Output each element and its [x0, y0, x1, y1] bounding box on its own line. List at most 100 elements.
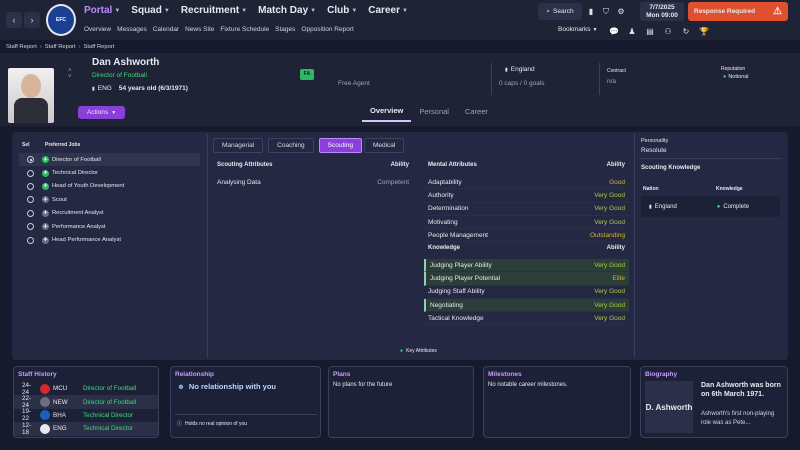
radio-button[interactable]: [27, 236, 34, 244]
radio-button[interactable]: [27, 169, 34, 177]
radio-button[interactable]: [27, 209, 34, 217]
breadcrumb-item[interactable]: Staff Report: [45, 44, 76, 50]
subnav-opposition-report[interactable]: Opposition Report: [301, 26, 353, 33]
staff-icon[interactable]: ♟: [625, 24, 639, 38]
chevron-down-icon: ▼: [114, 7, 121, 14]
chat-icon[interactable]: 💬: [607, 24, 621, 38]
radio-button[interactable]: [27, 156, 34, 164]
staff-history-row[interactable]: 19-22 BHA Technical Director: [14, 408, 158, 422]
staff-history-row[interactable]: 12-18 ENG Technical Director: [14, 421, 158, 436]
radio-button[interactable]: [27, 182, 34, 190]
chevron-down-icon: ▼: [111, 109, 117, 116]
role-icon: ✚: [42, 196, 49, 204]
tab-overview[interactable]: Overview: [362, 104, 412, 122]
nation-info: ▮ England: [505, 66, 535, 73]
trophy-icon[interactable]: 🏆: [697, 24, 711, 38]
history-club: MCU: [53, 385, 68, 393]
warning-icon: ⚠: [773, 6, 782, 17]
biography-headline: Dan Ashworth was born on 6th March 1971.: [701, 382, 781, 398]
relationship-header[interactable]: Relationship: [171, 367, 320, 382]
back-button[interactable]: ‹: [6, 12, 22, 28]
menu-club[interactable]: Club ▼: [327, 5, 357, 16]
breadcrumb-item[interactable]: Staff Report: [6, 44, 37, 50]
menu-portal[interactable]: Portal ▼: [84, 5, 120, 16]
subnav-messages[interactable]: Messages: [117, 26, 147, 33]
subnav-news-site[interactable]: News Site: [185, 26, 214, 33]
chevron-down-icon[interactable]: ˅: [68, 74, 72, 80]
preferred-job-row[interactable]: ✚ Scout: [19, 193, 200, 206]
radio-button[interactable]: [27, 196, 34, 204]
shield-icon[interactable]: ⛉: [599, 5, 613, 19]
attribute-row[interactable]: Judging Staff Ability Very Good: [424, 286, 629, 299]
preferred-job-row[interactable]: ✚ Director of Football: [19, 153, 200, 166]
preferred-job-row[interactable]: ✚ Performance Analyst: [19, 220, 200, 233]
biography-header[interactable]: Biography: [641, 367, 787, 382]
bookmarks-dropdown[interactable]: Bookmarks ▼: [558, 26, 597, 33]
knowledge-attributes-list: Judging Player Ability Very Good Judging …: [424, 259, 629, 326]
divider: [491, 63, 492, 95]
milestones-header[interactable]: Milestones: [484, 367, 630, 382]
attribute-row[interactable]: Judging Player Potential Elite: [424, 272, 629, 286]
response-required-button[interactable]: Response Required ⚠: [688, 2, 788, 21]
subnav-calendar[interactable]: Calendar: [153, 26, 179, 33]
attribute-row[interactable]: People Management Outstanding: [424, 229, 629, 243]
attribute-row[interactable]: Negotiating Very Good: [424, 298, 629, 313]
menu-recruitment[interactable]: Recruitment ▼: [181, 5, 247, 16]
people-icon[interactable]: ⚇: [661, 24, 675, 38]
phone-icon[interactable]: ▮: [584, 5, 598, 19]
mental-attributes-header: Mental Attributes Ability: [428, 162, 625, 168]
preferred-job-row[interactable]: ✚ Technical Director: [19, 166, 200, 179]
attribute-row[interactable]: Tactical Knowledge Very Good: [424, 312, 629, 326]
subnav-fixture-schedule[interactable]: Fixture Schedule: [220, 26, 269, 33]
preferred-job-row[interactable]: ✚ Recruitment Analyst: [19, 207, 200, 220]
tab-scouting[interactable]: Scouting: [318, 138, 362, 153]
attribute-name: Judging Staff Ability: [428, 288, 485, 296]
staff-history-row[interactable]: 24-24 MCU Director of Football: [14, 382, 158, 396]
club-crest-logo[interactable]: EFC: [46, 4, 76, 36]
subnav-overview[interactable]: Overview: [84, 26, 111, 33]
contract-value: n/a: [607, 78, 617, 85]
attribute-row[interactable]: Judging Player Ability Very Good: [424, 259, 629, 273]
personality-label: Personality: [641, 138, 669, 144]
tab-managerial[interactable]: Managerial: [213, 138, 264, 153]
profile-scroll-arrows[interactable]: ˄ ˅: [68, 68, 72, 80]
staff-history-row[interactable]: 22-24 NEW Director of Football: [14, 395, 158, 409]
preferred-job-label: Recruitment Analyst: [52, 210, 104, 217]
attribute-name: Motivating: [428, 218, 458, 226]
tab-career[interactable]: Career: [457, 105, 496, 121]
attribute-row[interactable]: Motivating Very Good: [424, 216, 629, 230]
subnav-stages[interactable]: Stages: [275, 26, 295, 33]
attribute-tabs: Managerial Coaching Scouting Medical: [213, 138, 405, 153]
staff-history-header[interactable]: Staff History: [14, 367, 158, 382]
plans-header[interactable]: Plans: [329, 367, 473, 382]
menu-squad[interactable]: Squad ▼: [131, 5, 170, 16]
tab-coaching[interactable]: Coaching: [268, 138, 314, 153]
actions-button[interactable]: Actions ▼: [78, 106, 125, 119]
radio-button[interactable]: [27, 223, 34, 231]
staff-history-card: Staff History 24-24 MCU Director of Foot…: [13, 366, 159, 438]
menu-match-day[interactable]: Match Day ▼: [258, 5, 316, 16]
attribute-value: Very Good: [594, 288, 625, 296]
forward-button[interactable]: ›: [24, 12, 40, 28]
milestones-text: No notable career milestones.: [488, 382, 568, 388]
preferred-job-row[interactable]: ✚ Head Performance Analyst: [19, 233, 200, 246]
attribute-value: Very Good: [594, 314, 625, 322]
settings-icon[interactable]: ⚙: [614, 5, 628, 19]
notes-icon[interactable]: ▤: [643, 24, 657, 38]
attribute-name: Adaptability: [428, 178, 462, 186]
attribute-row[interactable]: Adaptability Good: [424, 176, 629, 190]
history-years: 12-18: [22, 421, 32, 436]
preferred-job-row[interactable]: ✚ Head of Youth Development: [19, 180, 200, 193]
tab-medical[interactable]: Medical: [363, 138, 405, 153]
menu-career[interactable]: Career ▼: [368, 5, 408, 16]
search-button[interactable]: ⌕ Search: [538, 3, 582, 20]
divider: [175, 414, 317, 415]
attribute-row[interactable]: Determination Very Good: [424, 203, 629, 216]
tab-personal[interactable]: Personal: [411, 105, 457, 121]
attribute-name: Judging Player Potential: [430, 274, 501, 282]
continue-date-button[interactable]: 7/7/2025 Mon 09:00: [640, 2, 684, 21]
attribute-row[interactable]: Authority Very Good: [424, 189, 629, 203]
reputation-label: Reputation: [721, 66, 746, 72]
biography-card: Biography D. Ashworth Dan Ashworth was b…: [640, 366, 788, 438]
refresh-icon[interactable]: ↻: [679, 24, 693, 38]
